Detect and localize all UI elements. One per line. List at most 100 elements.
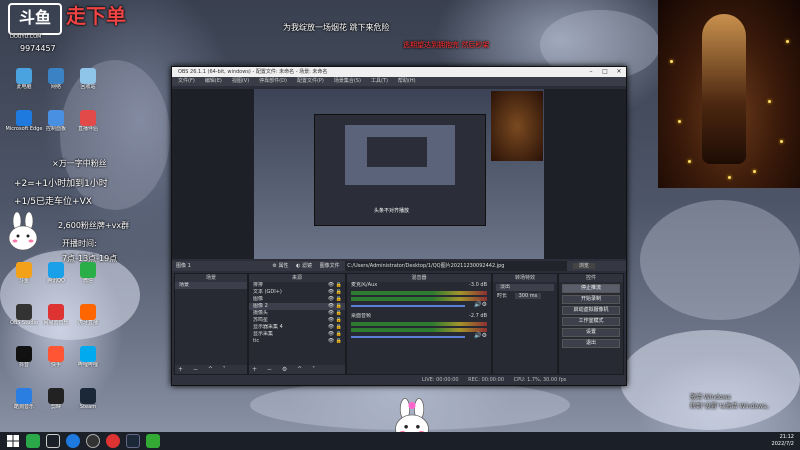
speaker-icon[interactable]: 🔊⚙ — [474, 301, 487, 308]
visibility-lock-icon[interactable]: 👁 🔒 — [328, 317, 342, 324]
obs-titlebar[interactable]: OBS 26.1.1 (64-bit, windows) - 配置文件: 未命名… — [172, 67, 626, 77]
promo-line-3: +1/5已走车位+VX — [14, 197, 92, 207]
browse-button[interactable]: 浏览 — [572, 263, 595, 269]
source-item[interactable]: 图像 👁 🔒 — [249, 296, 345, 303]
desktop-icon[interactable]: 回收站 — [68, 68, 108, 102]
wechat-icon[interactable] — [146, 434, 160, 448]
menu-item[interactable]: 场景集合(S) — [334, 77, 361, 86]
desktop-icon-label: 哔哩哔哩 — [77, 362, 98, 368]
netease-music-icon[interactable] — [106, 434, 120, 448]
sources-toolbar[interactable]: + − ⚙ ^ ˅ — [249, 365, 345, 374]
bunny-sticker — [8, 212, 38, 251]
control-button[interactable]: 停止推流 — [562, 284, 620, 293]
task-view-icon[interactable] — [46, 434, 60, 448]
source-item-label: 显示器采集 4 — [253, 324, 283, 330]
close-icon[interactable]: ✕ — [612, 67, 626, 77]
visibility-lock-icon[interactable]: 👁 🔒 — [328, 338, 342, 345]
selected-source-label: 图像 1 — [176, 263, 191, 269]
mixer-slider-1[interactable]: 🔊⚙ — [351, 301, 487, 309]
desktop-icon[interactable]: 哔哩哔哩 — [68, 346, 108, 380]
menu-item[interactable]: 工具(T) — [371, 77, 388, 86]
app-icon — [80, 388, 96, 404]
source-item-label: 图像 2 — [253, 303, 268, 309]
obs-window[interactable]: OBS 26.1.1 (64-bit, windows) - 配置文件: 未命名… — [171, 66, 627, 386]
visibility-lock-icon[interactable]: 👁 🔒 — [328, 324, 342, 331]
menu-item[interactable]: 配置文件(P) — [297, 77, 324, 86]
filters-button[interactable]: ◐ 滤镜 — [296, 263, 312, 269]
app-icon — [16, 304, 32, 320]
visibility-lock-icon[interactable]: 👁 🔒 — [328, 310, 342, 317]
transition-select[interactable]: 淡出 — [496, 284, 554, 291]
app-icon — [16, 262, 32, 278]
source-item[interactable]: 图像 2 👁 🔒 — [249, 303, 345, 310]
source-item[interactable]: tic 👁 🔒 — [249, 338, 345, 345]
control-button[interactable]: 开始录制 — [562, 295, 620, 304]
mixer-slider-2[interactable]: 🔊⚙ — [351, 332, 487, 340]
control-button[interactable]: 启动虚拟摄像机 — [562, 306, 620, 315]
maximize-icon[interactable]: □ — [598, 67, 612, 77]
desktop-icon[interactable]: 虎牙直播 — [68, 304, 108, 338]
visibility-lock-icon[interactable]: 👁 🔒 — [328, 331, 342, 338]
desktop-icon[interactable]: Steam — [68, 388, 108, 422]
scene-item[interactable]: 场景 — [175, 282, 247, 289]
source-item-label: 摄像头 — [253, 310, 269, 316]
douyu-logo: 斗鱼 — [8, 3, 62, 35]
mixer-dock: 混音器 麦克风/Aux -3.0 dB 🔊⚙ 桌面音频 -2.7 dB 🔊⚙ — [346, 273, 492, 375]
app-icon — [48, 110, 64, 126]
visibility-lock-icon[interactable]: 👁 🔒 — [328, 282, 342, 289]
menu-item[interactable]: 帮助(H) — [398, 77, 416, 86]
start-icon[interactable] — [6, 434, 20, 448]
visibility-lock-icon[interactable]: 👁 🔒 — [328, 289, 342, 296]
edge-icon[interactable] — [66, 434, 80, 448]
app-icon — [48, 304, 64, 320]
image-path-field[interactable]: C:/Users/Administrator/Desktop/1/QQ图片202… — [345, 261, 568, 271]
speaker-icon[interactable]: 🔊⚙ — [474, 332, 487, 339]
minimize-icon[interactable]: – — [584, 67, 598, 77]
control-button[interactable]: 工作室模式 — [562, 317, 620, 326]
clock-date: 2022/7/2 — [771, 441, 794, 447]
visibility-lock-icon[interactable]: 👁 🔒 — [328, 296, 342, 303]
system-tray[interactable]: 21:12 2022/7/2 — [772, 434, 794, 448]
transition-duration[interactable]: 时长 300 ms — [493, 293, 557, 300]
sources-header: 来源 — [249, 274, 345, 282]
webcam-overlay — [658, 0, 800, 188]
source-item[interactable]: 显示器采集 4 👁 🔒 — [249, 324, 345, 331]
obs-preview[interactable]: 头条不对齐播放 — [254, 89, 544, 259]
mixer-header: 混音器 — [347, 274, 491, 282]
source-item[interactable]: 排排 👁 🔒 — [249, 282, 345, 289]
source-item[interactable]: 摄像头 👁 🔒 — [249, 310, 345, 317]
control-button[interactable]: 设置 — [562, 328, 620, 337]
canvas-margin-right — [544, 89, 626, 259]
source-item[interactable]: 显示采集 👁 🔒 — [249, 331, 345, 338]
menu-item[interactable]: 编辑(E) — [205, 77, 222, 86]
activate-windows-watermark: 激活 Windows 转到"设置"以激活 Windows。 — [690, 394, 773, 410]
clock-time: 21:12 — [779, 434, 794, 440]
visibility-lock-icon[interactable]: 👁 🔒 — [328, 303, 342, 310]
app-icon — [48, 262, 64, 278]
comment-line: 逃期望达到拥抱完 然后秒架 — [403, 41, 490, 49]
scenes-header: 场景 — [175, 274, 247, 282]
desktop-icon[interactable]: 直播伴侣 — [68, 110, 108, 144]
properties-button[interactable]: ⚙ 属性 — [272, 263, 288, 269]
schedule-label: 开播时间: — [62, 239, 97, 248]
steam-icon[interactable] — [126, 434, 140, 448]
control-button[interactable]: 退出 — [562, 339, 620, 348]
source-context-bar: 图像 1 ⚙ 属性 ◐ 滤镜 图像文件 C:/Users/Administrat… — [172, 261, 626, 271]
obs-taskbar-icon[interactable] — [86, 434, 100, 448]
mixer-meter-2b — [351, 328, 487, 332]
search-icon[interactable] — [26, 434, 40, 448]
transitions-header: 转场特效 — [493, 274, 557, 282]
scenes-toolbar[interactable]: + − ^ ˅ — [175, 365, 247, 374]
source-item-label: 文本 (GDI+) — [253, 289, 282, 295]
mixer-meter-1b — [351, 297, 487, 301]
desktop-icon-label: 虎牙直播 — [77, 320, 98, 326]
menu-item[interactable]: 视图(V) — [232, 77, 249, 86]
menu-item[interactable]: 文件(F) — [178, 77, 195, 86]
menu-item[interactable]: 停靠部件(D) — [259, 77, 287, 86]
app-icon — [48, 346, 64, 362]
desktop-icon[interactable]: 微信 — [68, 262, 108, 296]
source-item[interactable]: 苏鸣星 👁 🔒 — [249, 317, 345, 324]
taskbar: 21:12 2022/7/2 — [0, 432, 800, 450]
source-item[interactable]: 文本 (GDI+) 👁 🔒 — [249, 289, 345, 296]
sources-dock: 来源 排排 👁 🔒 文本 (GDI+) 👁 🔒 图像 👁 🔒 图像 2 👁 🔒 摄像头 👁 🔒 苏鸣… — [248, 273, 346, 375]
